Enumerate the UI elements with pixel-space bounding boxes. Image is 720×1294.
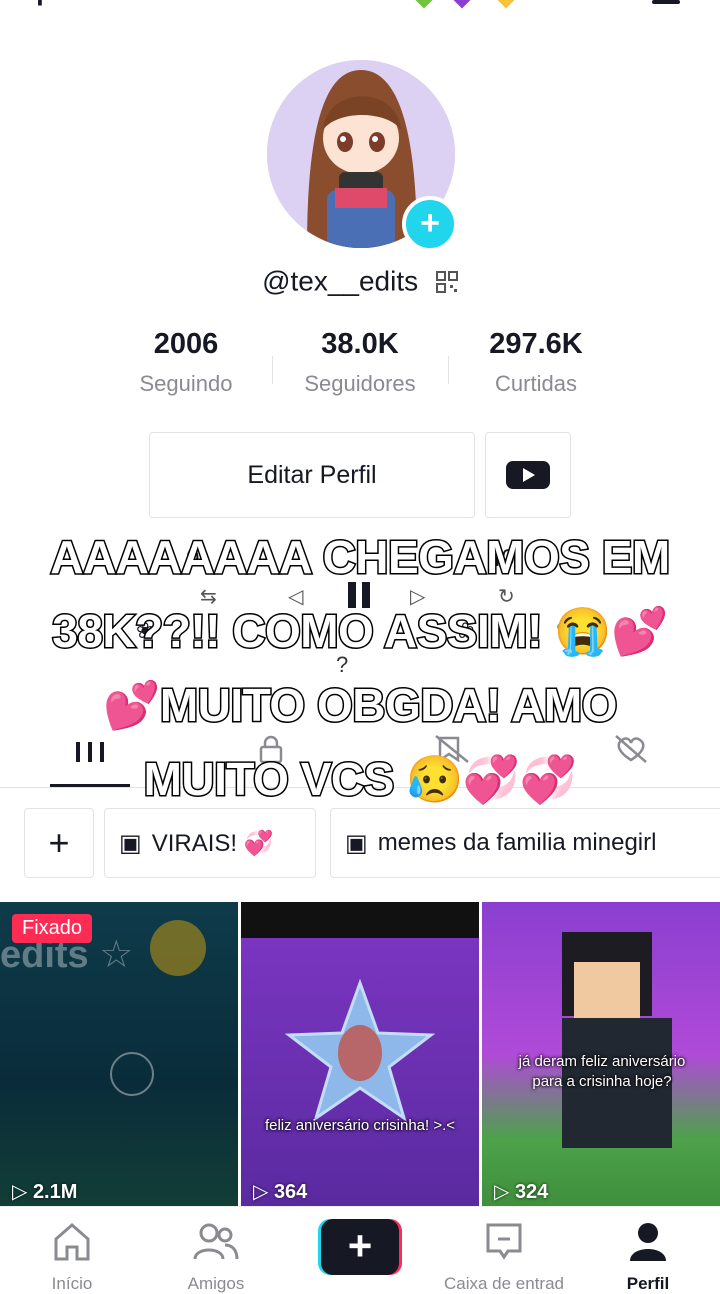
view-count: ▷ 2.1M (12, 1181, 78, 1203)
stat-followers[interactable]: 38.0K Seguidores (270, 328, 450, 397)
playlist-icon: ▣ (345, 829, 368, 857)
username-row: @tex__edits (0, 264, 720, 298)
stat-label: Seguindo (139, 371, 233, 396)
video-caption: feliz aniversário crisinha! >.< (264, 1117, 456, 1134)
stat-following[interactable]: 2006 Seguindo (96, 328, 276, 397)
add-avatar-icon[interactable]: + (402, 196, 458, 252)
nav-friends[interactable]: Amigos (144, 1207, 288, 1294)
stat-value: 297.6K (489, 328, 583, 360)
decor-icon (497, 0, 515, 9)
add-friend-icon[interactable]: + (30, 0, 50, 14)
playlist-label: memes da familia minegirl (377, 829, 657, 856)
stat-label: Curtidas (495, 371, 577, 396)
username: @tex__edits (262, 265, 419, 297)
decor-icon (453, 0, 471, 9)
nav-label: Amigos (187, 1274, 245, 1293)
star-thumb (285, 978, 435, 1122)
nav-inbox[interactable]: Caixa de entrad (432, 1207, 576, 1294)
bottom-nav: Início Amigos + Caixa de entrad Perfil (0, 1206, 720, 1293)
thumb-deco (150, 920, 206, 976)
profile-icon (630, 1223, 666, 1261)
playlist-label: VIRAIS! 💞 (151, 829, 274, 857)
nav-home[interactable]: Início (0, 1207, 144, 1294)
create-plus-icon: + (321, 1219, 399, 1275)
nav-label: Caixa de entrad (443, 1274, 565, 1293)
youtube-button[interactable] (485, 432, 571, 518)
video-tile[interactable]: edits ☆ Fixado ▷ 2.1M (0, 902, 238, 1206)
view-count: ▷ 364 (253, 1181, 308, 1203)
playlist-chip[interactable]: ▣ VIRAIS! 💞 (104, 808, 316, 878)
home-icon (54, 1223, 90, 1261)
add-playlist-button[interactable]: + (24, 808, 94, 878)
stat-value: 38.0K (321, 328, 399, 360)
nav-profile[interactable]: Perfil (576, 1207, 720, 1294)
nav-label: Perfil (626, 1274, 670, 1293)
stat-value: 2006 (153, 328, 219, 360)
friends-icon (193, 1223, 239, 1260)
thumb-deco (110, 1052, 154, 1096)
thumb-deco (574, 962, 640, 1018)
qr-code-icon[interactable] (435, 270, 458, 293)
stat-likes[interactable]: 297.6K Curtidas (446, 328, 626, 397)
nav-label: Início (51, 1274, 93, 1293)
inbox-icon (486, 1223, 522, 1260)
top-bar: + (0, 0, 720, 14)
edit-profile-button[interactable]: Editar Perfil (149, 432, 475, 518)
playlist-icon: ▣ (119, 829, 142, 857)
video-tile[interactable]: já deram feliz aniversário para a crisin… (482, 902, 720, 1206)
pinned-badge: Fixado (12, 914, 93, 943)
playlist-chip[interactable]: ▣ memes da familia minegirl (330, 808, 720, 878)
decor-icon (415, 0, 433, 9)
video-caption: já deram feliz aniversário para a crisin… (518, 1053, 686, 1090)
create-button[interactable]: + (318, 1219, 402, 1275)
stat-label: Seguidores (304, 371, 416, 396)
video-tile[interactable]: feliz aniversário crisinha! >.< ▷ 364 (241, 902, 479, 1206)
menu-icon[interactable] (652, 0, 680, 4)
youtube-icon (506, 461, 550, 489)
view-count: ▷ 324 (494, 1181, 549, 1203)
overlay-caption: AAAAAAAA CHEGAMOS EM 38K??!! COMO ASSIM!… (49, 530, 672, 807)
